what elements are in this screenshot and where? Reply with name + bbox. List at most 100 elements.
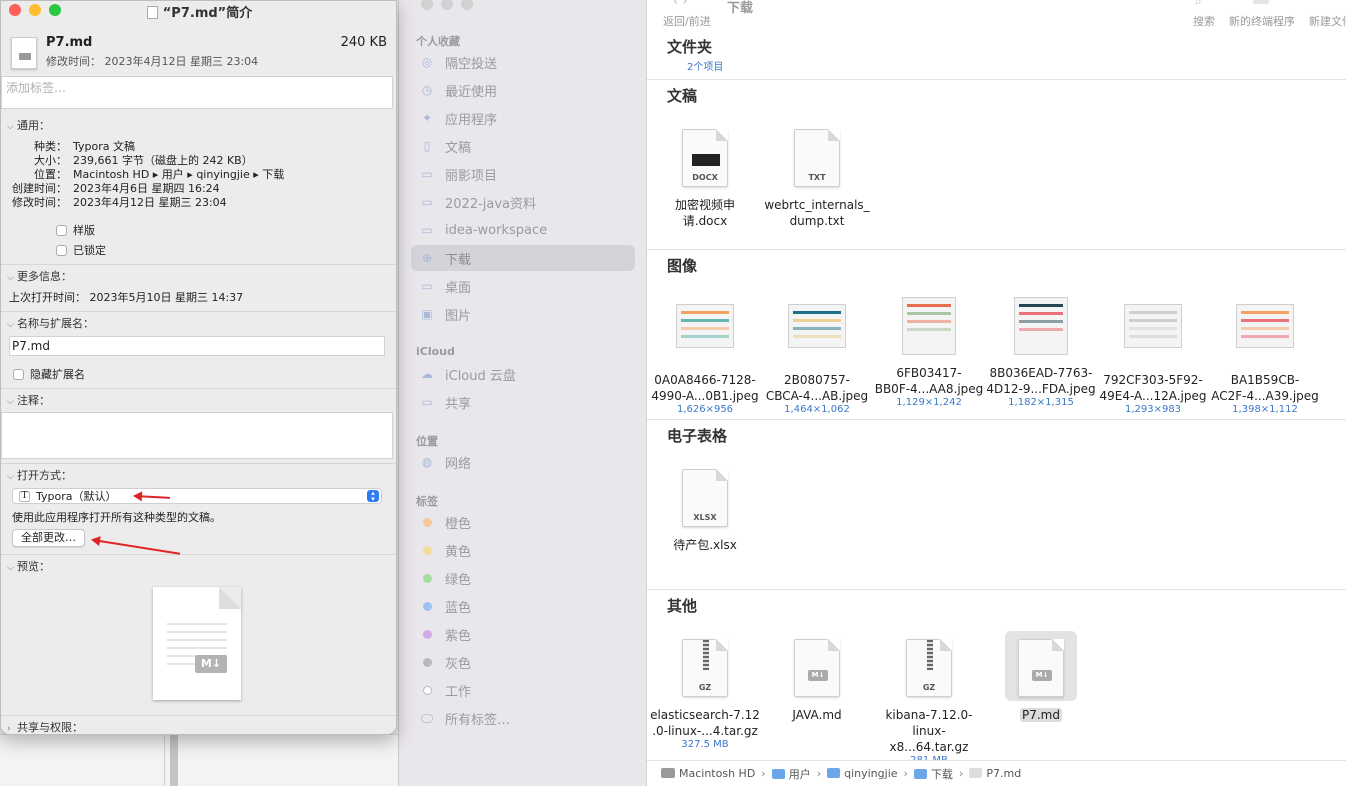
sidebar-item[interactable]: 橙色: [411, 509, 635, 535]
sidebar-item[interactable]: ☁ iCloud 云盘: [411, 361, 635, 387]
sidebar-item[interactable]: 黄色: [411, 537, 635, 563]
group-title-spreadsheets: 电子表格: [667, 427, 728, 445]
section-more-toggle[interactable]: ⌵ 更多信息：: [7, 268, 72, 284]
sidebar-item-label: 应用程序: [445, 112, 498, 128]
sidebar-section-favorites: 个人收藏: [416, 35, 460, 48]
sidebar-item[interactable]: ▭ 桌面: [411, 273, 635, 299]
section-general-toggle[interactable]: ⌵ 通用：: [7, 117, 50, 133]
window-title: 下载: [727, 1, 754, 16]
comments-field[interactable]: [1, 412, 393, 459]
group-divider: [647, 79, 1346, 80]
sidebar-item[interactable]: ✦ 应用程序: [411, 105, 635, 131]
file-item[interactable]: 6FB03417- BB0F-4...AA8.jpeg 1,129×1,242: [873, 295, 985, 408]
close-button[interactable]: [421, 0, 433, 10]
group-title-images: 图像: [667, 257, 698, 275]
file-item[interactable]: DOCX 加密视频申 请.docx: [649, 125, 761, 229]
stationery-checkbox[interactable]: 样版: [56, 222, 95, 238]
search-icon[interactable]: ⌕: [1195, 0, 1202, 9]
info-modified-line: 修改时间： 2023年4月12日 星期三 23:04: [46, 55, 259, 68]
sidebar-item-label: 绿色: [445, 572, 472, 588]
sidebar-item[interactable]: 工作: [411, 677, 635, 703]
file-thumbnail: [649, 304, 761, 366]
group-title-documents: 文稿: [667, 87, 698, 105]
path-segment[interactable]: P7.md: [969, 767, 1021, 780]
file-item[interactable]: 8B036EAD-7763- 4D12-9...FDA.jpeg 1,182×1,3…: [985, 295, 1097, 408]
file-subtitle: 1,293×983: [1124, 404, 1182, 415]
chevron-down-icon: ⌵: [7, 320, 14, 330]
sidebar-item[interactable]: 绿色: [411, 565, 635, 591]
file-thumbnail: [1097, 304, 1209, 366]
sidebar-item[interactable]: ▭ 共享: [411, 389, 635, 415]
sidebar-item[interactable]: ▭ idea-workspace: [411, 217, 635, 243]
modified-row: 修改时间： 2023年4月12日 星期三 23:04: [12, 196, 227, 209]
tags-field[interactable]: 添加标签…: [1, 76, 393, 109]
file-thumbnail: [761, 304, 873, 366]
sidebar-item[interactable]: 蓝色: [411, 593, 635, 619]
newfile-label[interactable]: 新建文件: [1309, 13, 1346, 29]
desktop-icon: ▭: [421, 279, 433, 293]
file-item[interactable]: M↓ JAVA.md: [761, 635, 873, 723]
file-item[interactable]: TXT webrtc_internals_ dump.txt: [761, 125, 873, 229]
section-divider: [1, 463, 396, 464]
file-item[interactable]: BA1B59CB- AC2F-4...A39.jpeg 1,398×1,112: [1209, 295, 1321, 415]
sidebar-item[interactable]: 所有标签…: [411, 705, 635, 731]
file-thumbnail: M↓: [761, 639, 873, 701]
sidebar-item-label: 隔空投送: [445, 56, 498, 72]
file-item[interactable]: XLSX 待产包.xlsx: [649, 465, 761, 553]
tag-dot-icon: [419, 514, 435, 530]
sidebar-item[interactable]: ▯ 文稿: [411, 133, 635, 159]
file-item[interactable]: GZkibana-7.12.0-linux-x8...64.tar.gz281 …: [873, 635, 985, 766]
path-segment[interactable]: Macintosh HD: [661, 767, 755, 780]
terminal-icon[interactable]: [1253, 0, 1269, 4]
sidebar-item[interactable]: 灰色: [411, 649, 635, 675]
section-preview-toggle[interactable]: ⌵ 预览：: [7, 558, 50, 574]
sidebar-item[interactable]: ◎ 隔空投送: [411, 49, 635, 75]
search-label[interactable]: 搜索: [1193, 13, 1215, 29]
file-thumbnail: GZ: [873, 639, 985, 701]
sidebar-item[interactable]: ▭ 丽影项目: [411, 161, 635, 187]
shared-folder-icon: ▭: [421, 395, 433, 409]
sidebar-item-label: 工作: [445, 684, 472, 700]
sidebar-item[interactable]: 紫色: [411, 621, 635, 647]
minimize-button[interactable]: [441, 0, 453, 10]
group-divider: [647, 419, 1346, 420]
sidebar-item-label: 共享: [445, 396, 472, 412]
section-sharing-toggle[interactable]: › 共享与权限：: [7, 719, 83, 734]
section-name-toggle[interactable]: ⌵ 名称与扩展名：: [7, 315, 94, 331]
file-name: JAVA.md: [792, 708, 842, 722]
file-name: kibana-7.12.0- linux-x8...64.tar.gz: [885, 708, 973, 754]
terminal-label[interactable]: 新的终端程序: [1229, 13, 1295, 29]
change-all-button[interactable]: 全部更改…: [12, 529, 85, 547]
airdrop-icon: ◎: [421, 55, 433, 69]
path-bar: Macintosh HD › 用户 › qinyingjie › 下载 › P7.md: [647, 760, 1346, 786]
back-forward-icon[interactable]: ‹ ›: [673, 0, 688, 9]
path-segment[interactable]: qinyingjie: [827, 767, 898, 780]
file-item[interactable]: GZ elasticsearch-7.12.0-linux-...4.tar.gz…: [649, 635, 761, 750]
sidebar-item[interactable]: ◷ 最近使用: [411, 77, 635, 103]
background-divider: [164, 735, 165, 786]
info-file-size: 240 KB: [340, 35, 387, 50]
zoom-button[interactable]: [461, 0, 473, 10]
sidebar-item[interactable]: ▭ 2022-java资料: [411, 189, 635, 215]
file-item[interactable]: M↓ P7.md: [985, 631, 1097, 723]
folders-count[interactable]: 2个项目: [687, 58, 723, 73]
sidebar-item[interactable]: ⊕ 下载: [411, 245, 635, 271]
sidebar-item[interactable]: ▣ 图片: [411, 301, 635, 327]
hide-extension-checkbox[interactable]: 隐藏扩展名: [13, 366, 85, 382]
path-segment[interactable]: 下载: [913, 766, 953, 782]
disk-icon: [661, 768, 675, 778]
section-divider: [1, 388, 396, 389]
name-field[interactable]: P7.md: [9, 336, 385, 356]
typora-app-icon: T: [19, 490, 30, 502]
file-item[interactable]: 0A0A8466-7128- 4990-A...0B1.jpeg 1,626×956: [649, 295, 761, 415]
file-item[interactable]: 792CF303-5F92- 49E4-A...12A.jpeg 1,293×983: [1097, 295, 1209, 415]
section-open-with-toggle[interactable]: ⌵ 打开方式：: [7, 467, 72, 483]
group-divider: [647, 589, 1346, 590]
locked-checkbox[interactable]: 已锁定: [56, 242, 106, 258]
file-item[interactable]: 2B080757- CBCA-4...AB.jpeg 1,464×1,062: [761, 295, 873, 415]
sidebar-item[interactable]: ◍ 网络: [411, 449, 635, 475]
sidebar-section-locations: 位置: [416, 435, 438, 448]
path-segment[interactable]: 用户: [771, 766, 811, 782]
section-comments-toggle[interactable]: ⌵ 注释：: [7, 392, 50, 408]
open-with-select[interactable]: T Typora（默认） ▴ ▾: [12, 488, 382, 504]
